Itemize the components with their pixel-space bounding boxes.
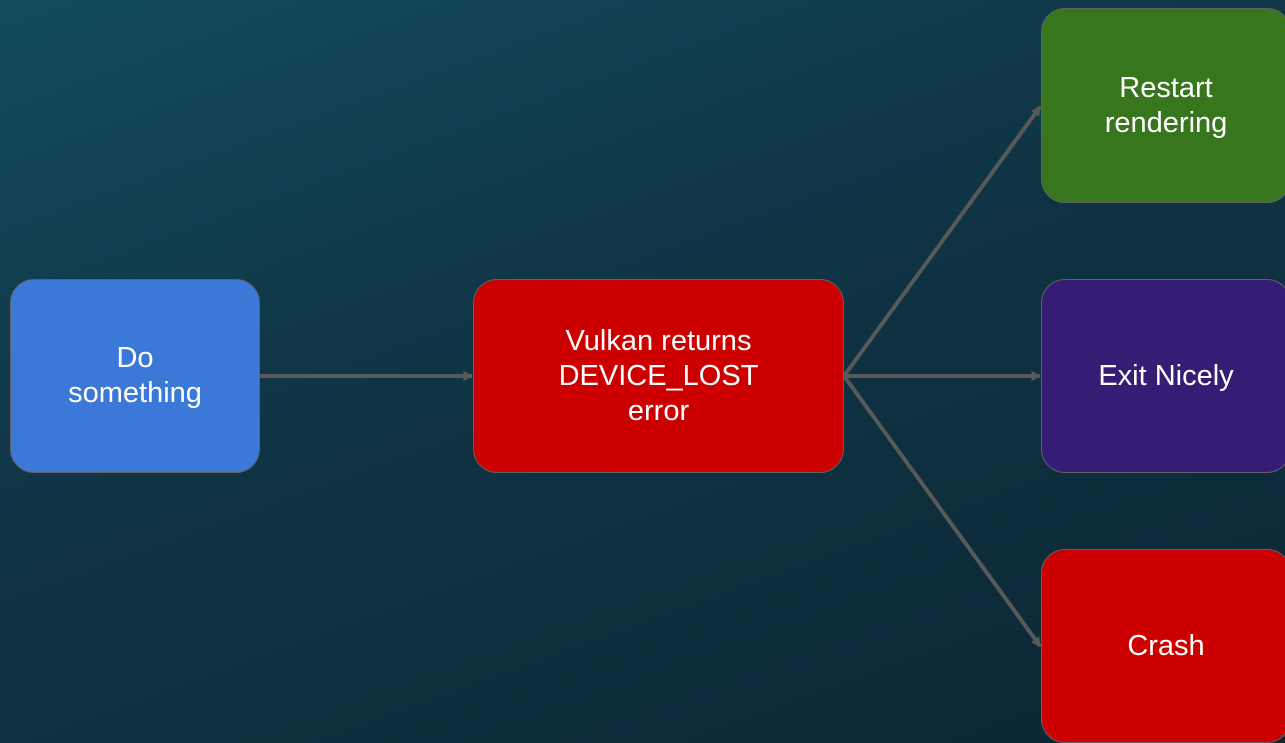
node-restart-rendering-text: Restart rendering <box>1105 71 1228 141</box>
node-restart-rendering: Restart rendering <box>1041 8 1285 203</box>
node-exit-nicely: Exit Nicely <box>1041 279 1285 473</box>
node-do-something-line-2: something <box>68 377 202 409</box>
node-do-something: Do something <box>10 279 260 473</box>
node-device-lost-error-line-2: DEVICE_LOST <box>558 359 759 392</box>
node-restart-rendering-line-2: rendering <box>1104 106 1228 139</box>
node-exit-nicely-label: Exit Nicely <box>1098 359 1234 392</box>
node-device-lost-error: Vulkan returns DEVICE_LOST error <box>473 279 844 473</box>
node-crash-label: Crash <box>1127 629 1205 662</box>
arrow-error-to-restart <box>842 105 1042 378</box>
node-do-something-text: Do something <box>68 341 202 411</box>
arrow-error-to-crash <box>842 374 1042 648</box>
node-do-something-line-1: Do <box>116 342 154 374</box>
node-device-lost-error-line-1: Vulkan returns <box>565 324 752 357</box>
node-crash: Crash <box>1041 549 1285 743</box>
node-device-lost-error-text: Vulkan returns DEVICE_LOST error <box>559 324 759 429</box>
node-restart-rendering-line-1: Restart <box>1119 71 1213 104</box>
node-device-lost-error-line-3: error <box>627 394 690 427</box>
